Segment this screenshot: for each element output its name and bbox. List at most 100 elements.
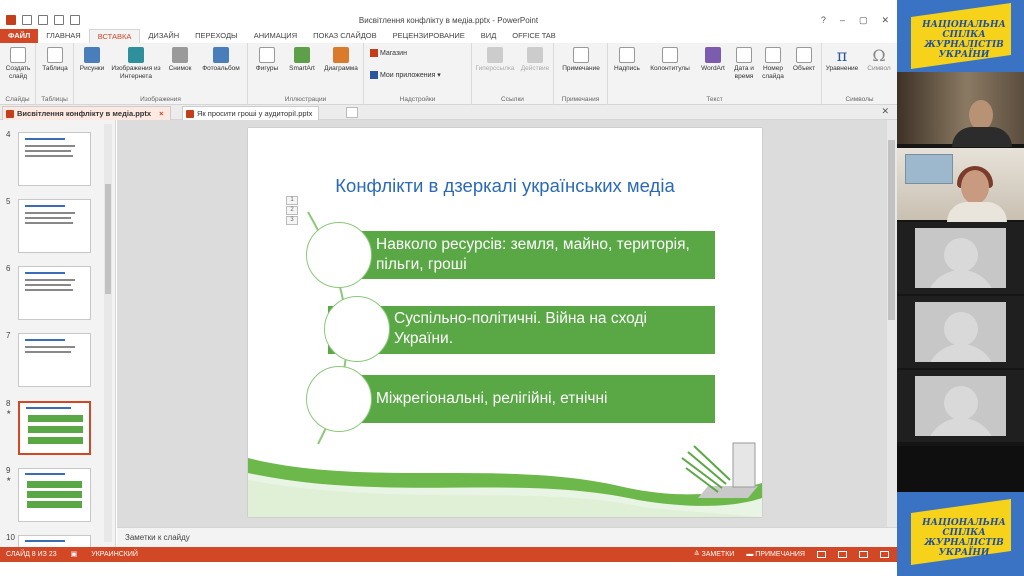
photo-album-button[interactable]: Фотоальбом (196, 47, 246, 73)
maximize-icon[interactable]: ▢ (859, 15, 868, 26)
slide-thumbnail[interactable] (18, 199, 91, 253)
tab-design[interactable]: ДИЗАЙН (140, 29, 187, 43)
gallery-spacer (897, 446, 1024, 492)
tab-insert[interactable]: ВСТАВКА (88, 29, 141, 43)
slide-editor: 123 Конфлікти в дзеркалі українських мед… (117, 120, 897, 527)
slide-thumbnail[interactable] (18, 132, 91, 186)
group-comments: Примечание Примечания (554, 43, 608, 105)
new-slide-button[interactable]: Создать слайд (2, 47, 34, 81)
comments-toggle[interactable]: ▬ ПРИМЕЧАНИЯ (746, 547, 805, 562)
textbox-button[interactable]: Надпись (610, 47, 644, 73)
group-symbols: π Уравнение Ω Символ Символы (822, 43, 897, 105)
group-links: Гиперссылка Действие Ссылки (472, 43, 554, 105)
notes-toggle[interactable]: ≙ ЗАМЕТКИ (694, 547, 735, 562)
participant-tile-logo[interactable]: НАЦІОНАЛЬНА СПІЛКА ЖУРНАЛІСТІВ УКРАЇНИ (897, 492, 1024, 576)
tab-home[interactable]: ГЛАВНАЯ (38, 29, 88, 43)
help-icon[interactable]: ? (821, 15, 826, 26)
screenshot-icon (172, 47, 188, 63)
symbol-button[interactable]: Ω Символ (862, 47, 896, 73)
pictures-button[interactable]: Рисунки (76, 47, 108, 73)
spellcheck-icon[interactable]: ▣ (71, 547, 78, 562)
participant-tile-video[interactable] (897, 148, 1024, 222)
shapes-button[interactable]: Фигуры (250, 47, 284, 73)
participant-tile-video[interactable] (897, 72, 1024, 147)
hyperlink-icon (487, 47, 503, 63)
participant-tile-no-video[interactable] (897, 296, 1024, 368)
slide-sorter-icon[interactable] (838, 551, 847, 558)
object-button[interactable]: Объект (788, 47, 820, 73)
window-controls: ? – ▢ ✕ (821, 15, 889, 26)
slide-canvas[interactable]: 123 Конфлікти в дзеркалі українських мед… (248, 128, 762, 517)
tab-slideshow[interactable]: ПОКАЗ СЛАЙДОВ (305, 29, 385, 43)
slideshow-view-icon[interactable] (880, 551, 889, 558)
tab-review[interactable]: РЕЦЕНЗИРОВАНИЕ (385, 29, 473, 43)
action-button[interactable]: Действие (518, 47, 552, 73)
close-all-tabs-icon[interactable]: ✕ (881, 106, 889, 117)
doc-tab-second[interactable]: Як просити гроші у аудиторії.pptx (182, 106, 320, 120)
slide-thumbnail-selected[interactable] (18, 401, 91, 455)
chart-button[interactable]: Диаграмма (320, 47, 362, 73)
close-icon[interactable]: ✕ (881, 15, 889, 26)
calendar-icon (736, 47, 752, 63)
group-tables: Таблица Таблицы (36, 43, 74, 105)
new-tab-button[interactable] (346, 107, 358, 118)
store-icon (370, 49, 378, 57)
smartart-button[interactable]: SmartArt (284, 47, 320, 73)
thumb-number: 5 (6, 197, 11, 206)
slide-number-button[interactable]: Номер слайда (758, 47, 788, 81)
slide-thumbnail[interactable] (18, 535, 91, 547)
action-icon (527, 47, 543, 63)
minimize-icon[interactable]: – (840, 15, 845, 26)
wordart-button[interactable]: WordArt (696, 47, 730, 73)
screenshot-button[interactable]: Снимок (164, 47, 196, 73)
document-tabs: Висвітлення конфлікту в медіа.pptx × Як … (0, 105, 897, 120)
tab-office-tab[interactable]: OFFICE TAB (504, 29, 563, 43)
smartart-item-1-text[interactable]: Навколо ресурсів: земля, майно, територі… (376, 235, 706, 275)
my-apps-icon (370, 71, 378, 80)
smartart-item-2-text[interactable]: Суспільно-політичні. Війна на сході Укра… (394, 309, 684, 349)
table-button[interactable]: Таблица (39, 47, 71, 73)
notes-pane[interactable]: Заметки к слайду (117, 527, 897, 547)
smartart-item-3-text[interactable]: Міжрегіональні, релігійні, етнічні (376, 389, 706, 409)
editor-scrollbar[interactable] (887, 120, 897, 527)
comment-button[interactable]: Примечание (556, 47, 606, 73)
reading-view-icon[interactable] (859, 551, 868, 558)
chart-icon (333, 47, 349, 63)
slide-thumbnail[interactable] (18, 468, 91, 522)
slide-number-icon (765, 47, 781, 63)
online-pictures-button[interactable]: Изображения из Интернета (108, 47, 164, 81)
participant-tile-no-video[interactable] (897, 222, 1024, 294)
scrollbar-thumb[interactable] (105, 184, 111, 294)
slide-thumbnail[interactable] (18, 333, 91, 387)
scrollbar-thumb[interactable] (888, 140, 895, 320)
smartart-circle-3 (306, 366, 372, 432)
group-slides: Создать слайд Слайды (0, 43, 36, 105)
language-indicator[interactable]: УКРАИНСКИЙ (91, 547, 138, 562)
thumbnails-scrollbar[interactable] (104, 124, 112, 542)
tab-transitions[interactable]: ПЕРЕХОДЫ (187, 29, 246, 43)
date-time-button[interactable]: Дата и время (730, 47, 758, 81)
union-logo: НАЦІОНАЛЬНА СПІЛКА ЖУРНАЛІСТІВ УКРАЇНИ (922, 518, 1006, 558)
ribbon-tabs: ФАЙЛ ГЛАВНАЯ ВСТАВКА ДИЗАЙН ПЕРЕХОДЫ АНИ… (0, 29, 897, 43)
store-button[interactable]: Магазин (370, 49, 407, 57)
comment-icon (573, 47, 589, 63)
wall-map (905, 154, 953, 184)
smartart-circle-1 (306, 222, 372, 288)
equation-button[interactable]: π Уравнение (822, 47, 862, 73)
animation-star-icon: ★ (6, 410, 12, 416)
doc-tab-active[interactable]: Висвітлення конфлікту в медіа.pptx × (2, 106, 171, 120)
hyperlink-button[interactable]: Гиперссылка (472, 47, 518, 73)
thumb-number: 10 (6, 533, 15, 542)
normal-view-icon[interactable] (817, 551, 826, 558)
tab-animations[interactable]: АНИМАЦИЯ (246, 29, 305, 43)
object-icon (796, 47, 812, 63)
tab-file[interactable]: ФАЙЛ (0, 29, 39, 43)
pictures-icon (84, 47, 100, 63)
close-tab-icon[interactable]: × (159, 109, 163, 118)
tab-view[interactable]: ВИД (473, 29, 504, 43)
my-apps-button[interactable]: Мои приложения ▾ (370, 71, 441, 80)
header-footer-button[interactable]: Колонтитулы (644, 47, 696, 73)
participant-tile-no-video[interactable] (897, 370, 1024, 442)
slide-thumbnail[interactable] (18, 266, 91, 320)
participant-tile-logo[interactable]: НАЦІОНАЛЬНА СПІЛКА ЖУРНАЛІСТІВ УКРАЇНИ (897, 0, 1024, 72)
